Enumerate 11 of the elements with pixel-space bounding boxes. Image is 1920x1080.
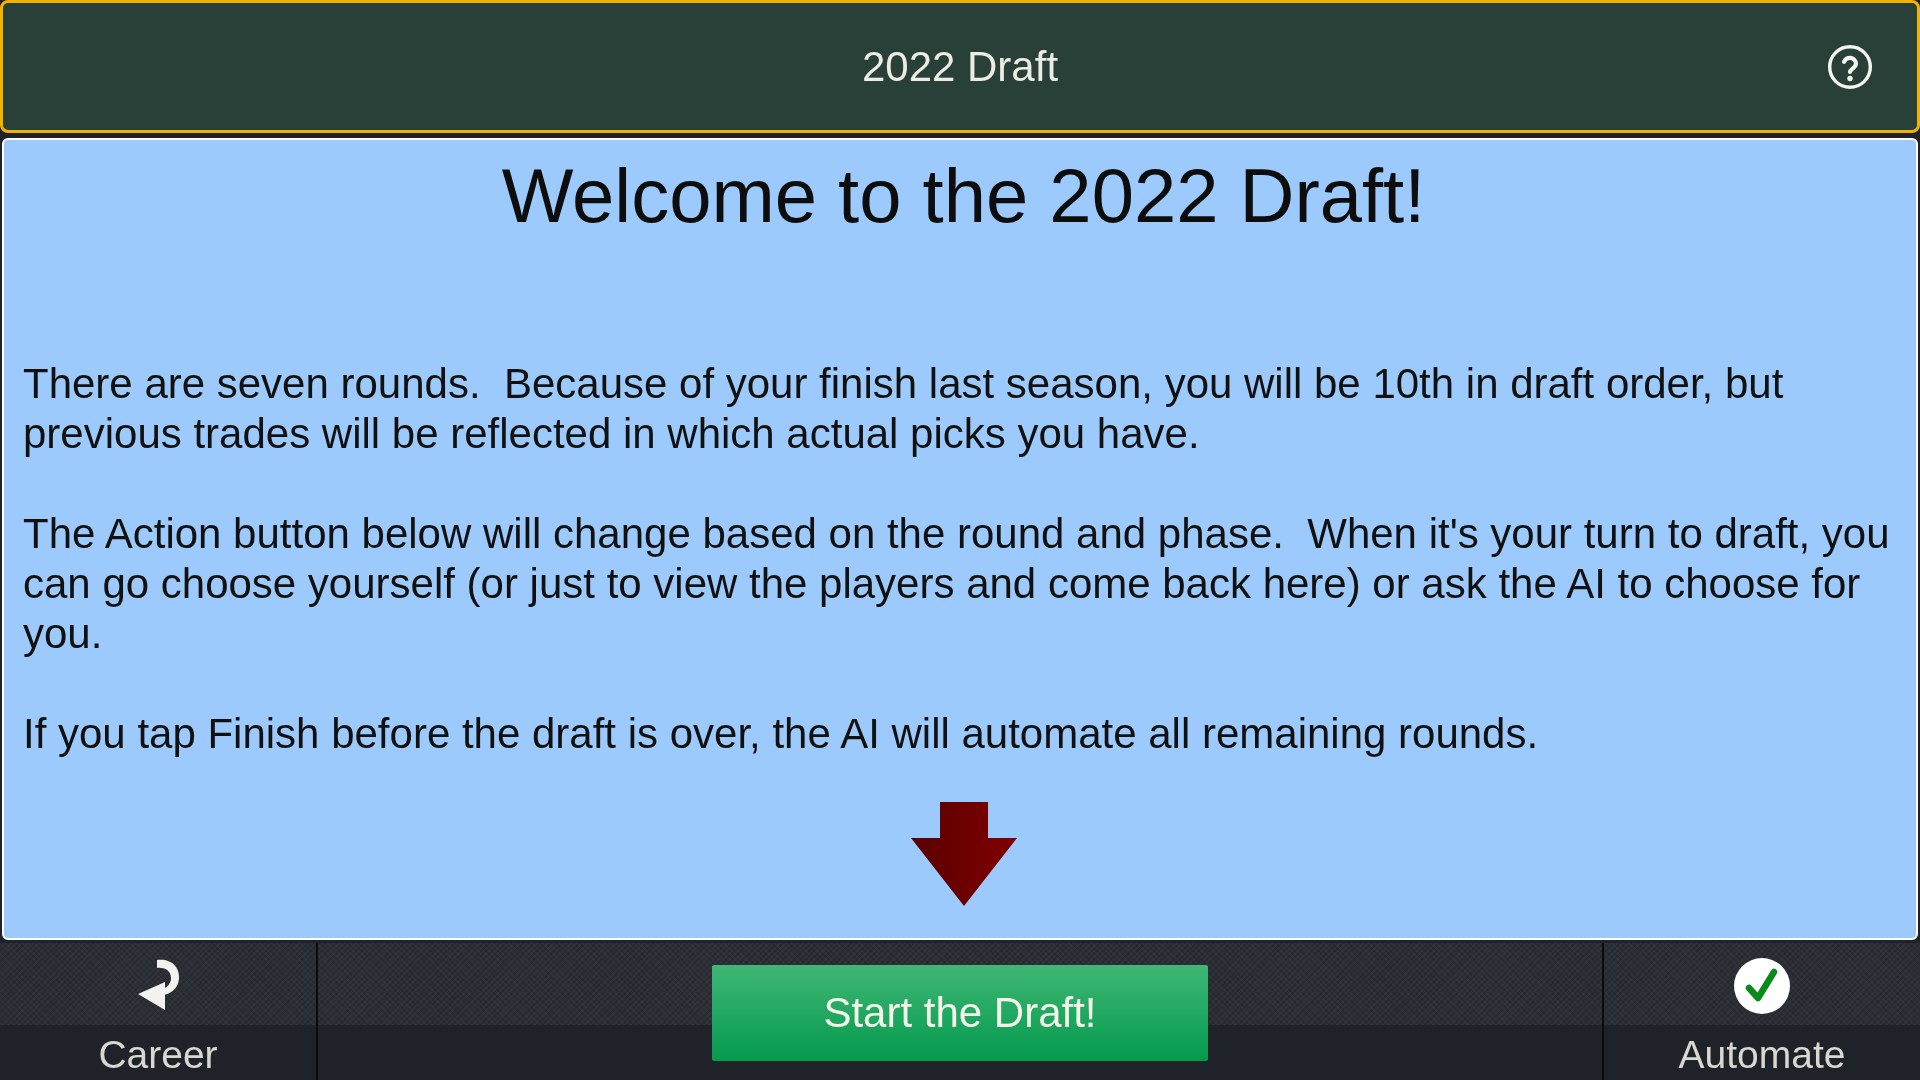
intro-paragraph: There are seven rounds. Because of your finish last season, you will be 10th in draft order, but previous trades will be reflected in which actual picks you have. <box>23 359 1785 459</box>
career-button[interactable]: Career <box>0 943 318 1080</box>
return-arrow-icon <box>136 958 180 1011</box>
check-icon <box>1734 958 1790 1014</box>
automate-button[interactable]: Automate <box>1602 943 1920 1080</box>
window-title: 2022 Draft <box>861 42 1059 91</box>
welcome-heading: Welcome to the 2022 Draft! <box>501 152 1426 240</box>
down-arrow-icon <box>910 802 1017 906</box>
help-icon[interactable] <box>1827 43 1873 90</box>
intro-paragraph: If you tap Finish before the draft is over, the AI will automate all remaining rounds. <box>23 709 1540 759</box>
intro-paragraph: The Action button below will change based on the round and phase. When it's your turn to draft, you can go choose yourself (or just to view the players and come back here) or ask the AI to choose for you. <box>23 509 1891 659</box>
